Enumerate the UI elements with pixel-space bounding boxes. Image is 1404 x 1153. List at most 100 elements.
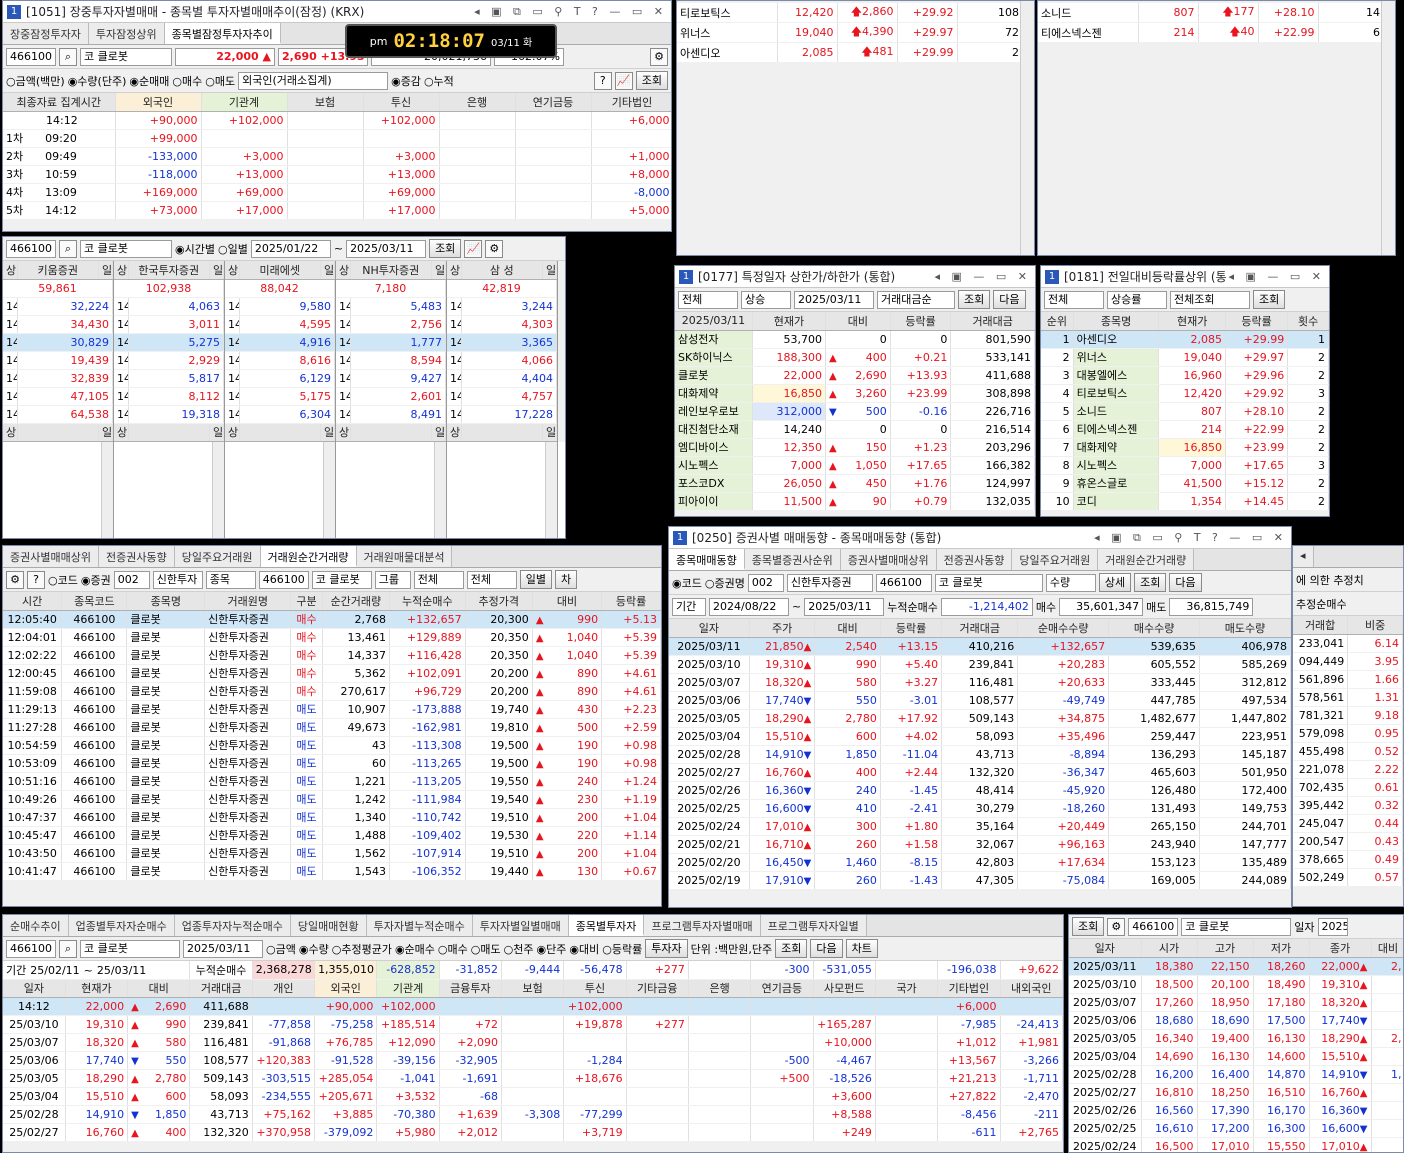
table-row[interactable]: 14:151,777: [336, 333, 446, 352]
table-row[interactable]: 2025/02/26 16,560 17,390 16,170 16,360: [1069, 1101, 1403, 1120]
table-row[interactable]: 094,449 3.95: [1293, 652, 1403, 671]
tab-0[interactable]: 장중잠정투자자: [3, 23, 89, 44]
tab-0[interactable]: 종목매매동향: [669, 549, 745, 570]
radio-net[interactable]: ◉순매수: [395, 941, 435, 957]
radio-time[interactable]: ◉시간별: [175, 241, 215, 257]
filter-select-2[interactable]: 전체: [466, 570, 517, 589]
table-row[interactable]: 2025/02/27 16,760 400+2.44132,320-36,34746…: [669, 763, 1291, 782]
scrollbar[interactable]: [545, 441, 557, 538]
tab-1[interactable]: 종목별증권사순위: [744, 549, 841, 570]
tab-5[interactable]: 거래원순간거래량: [1098, 549, 1195, 570]
stock-code-input[interactable]: 466100: [6, 47, 56, 66]
market-select[interactable]: 전체: [1044, 290, 1104, 309]
table-row[interactable]: SK하이닉스188,300 400+0.21533,141: [675, 348, 1035, 367]
table-row[interactable]: 2차 09:49 -133,000 +3,000 +3,000 +1,000: [3, 147, 671, 166]
table-row[interactable]: 포스코DX26,050 450+1.76124,997: [675, 474, 1035, 493]
table-row[interactable]: 2025/03/04 14,690 16,130 14,600 15,510: [1069, 1047, 1403, 1066]
table-row[interactable]: 클로봇22,000 2,690+13.93411,688: [675, 366, 1035, 385]
table-row[interactable]: 14:1222,0002,690411,688+90,000+102,000+1…: [3, 997, 1063, 1016]
table-row[interactable]: 3차 10:59 -118,000 +13,000 +13,000 +8,000: [3, 165, 671, 184]
investor-select[interactable]: 외국인(거래소집계): [238, 71, 389, 90]
table-row[interactable]: 시노펙스7,000 1,050+17.65166,382: [675, 456, 1035, 475]
table-row[interactable]: 25/02/2814,9101,85043,713+75,162+3,885-7…: [3, 1105, 1063, 1124]
settings-icon[interactable]: ⚙: [6, 570, 24, 589]
table-row[interactable]: 14:158,616: [225, 351, 335, 370]
tab-0[interactable]: 증권사별매매상위: [3, 546, 99, 567]
scrollbar[interactable]: [1381, 1, 1395, 255]
table-row[interactable]: 10:41:47 466100 클로봇 신한투자증권 매도 1,543 -106,352 19…: [3, 862, 661, 881]
table-row[interactable]: 14:155,275: [114, 333, 224, 352]
table-row[interactable]: 2025/02/25 16,610 17,200 16,300 16,600: [1069, 1119, 1403, 1138]
table-row[interactable]: 14:149,427: [336, 369, 446, 388]
sort-select[interactable]: 거래대금순: [877, 290, 955, 309]
radio-qty[interactable]: ◉수량(단주): [68, 73, 127, 89]
market-select[interactable]: 전체: [678, 290, 738, 309]
table-row[interactable]: 14:1530,829: [3, 333, 113, 352]
table-row[interactable]: 14:1519,439: [3, 351, 113, 370]
table-row[interactable]: 14:148,112: [114, 387, 224, 406]
table-row[interactable]: 대진첨단소재 14,240 0 0 216,514: [675, 420, 1035, 439]
table-row[interactable]: 14:152,929: [114, 351, 224, 370]
tab-4[interactable]: 당일주요거래원: [1012, 549, 1099, 570]
tab-8[interactable]: 프로그램투자자일별: [760, 915, 867, 936]
window-controls-icon[interactable]: ◂ ▣ ⧉ ▭ ⚲ T ? — ▭ ✕: [1094, 531, 1287, 545]
date-input[interactable]: 2025/03/11: [794, 290, 874, 309]
table-row[interactable]: 소니드807🡅177+28.1014,627: [1038, 3, 1395, 23]
table-row[interactable]: 14:1432,839: [3, 369, 113, 388]
chart-icon[interactable]: 📈: [464, 239, 483, 258]
stock-name-field[interactable]: 코 클로봇: [311, 570, 372, 589]
tab-scroll[interactable]: ◂: [1293, 546, 1314, 567]
table-row[interactable]: 2025/03/1118,38022,15018,260 22,000 2,: [1069, 957, 1403, 976]
tab-0[interactable]: 순매수추이: [3, 915, 69, 936]
sort-select[interactable]: 상승률: [1107, 290, 1167, 309]
table-row[interactable]: 2025/02/19 17,910 260-1.4347,305-75,084169…: [669, 871, 1291, 890]
table-row[interactable]: 14:173,011: [114, 315, 224, 334]
broker-name-field[interactable]: 신한투자: [152, 570, 203, 589]
tab-6[interactable]: 종목별투자자: [568, 915, 645, 936]
table-row[interactable]: 2025/03/0516,34019,40016,130 18,290 2,: [1069, 1029, 1403, 1048]
table-row[interactable]: 2025/03/07 18,320 580+3.27116,481+20,63333…: [669, 673, 1291, 692]
query-button[interactable]: 조회: [1253, 290, 1286, 309]
table-row[interactable]: 7 대화제약 16,850 +23.99 2: [1041, 438, 1329, 457]
table-row[interactable]: 2025/02/24 17,010 300+1.8035,164+20,449265…: [669, 817, 1291, 836]
radio-unit[interactable]: ◉단주: [537, 941, 567, 957]
date-input[interactable]: 2025: [1317, 917, 1348, 936]
table-row[interactable]: 14:144,404: [447, 369, 557, 388]
table-row[interactable]: 10 코디 1,354 +14.45 2: [1041, 492, 1329, 511]
window-controls-icon[interactable]: ◂ ▣ — ▭ ✕: [934, 270, 1031, 283]
radio-code[interactable]: ◉코드: [672, 575, 702, 591]
table-row[interactable]: 8 시노펙스 7,000 +17.65 3: [1041, 456, 1329, 475]
table-row[interactable]: 레인보우로보312,000 500-0.16226,716: [675, 402, 1035, 421]
table-row[interactable]: 781,321 9.18: [1293, 706, 1403, 725]
table-row[interactable]: 2025/03/11 21,850 2,540+13.15410,216+132,6…: [669, 637, 1291, 656]
table-row[interactable]: 14:142,601: [336, 387, 446, 406]
radio-daily[interactable]: ○일별: [218, 241, 248, 257]
detail-button[interactable]: 상세: [1098, 573, 1132, 592]
table-row[interactable]: 578,561 1.31: [1293, 688, 1403, 707]
stock-name-field[interactable]: 코 클로봇: [80, 939, 180, 958]
scrollbar[interactable]: [434, 441, 446, 538]
table-row[interactable]: 10:51:16 466100 클로봇 신한투자증권 매도 1,221 -113,205 19…: [3, 772, 661, 791]
table-row[interactable]: 25/03/0617,740550108,577+120,383-91,528-…: [3, 1051, 1063, 1070]
table-row[interactable]: 2 위너스 19,040 +29.97 2: [1041, 348, 1329, 367]
query-button[interactable]: 조회: [1134, 573, 1167, 592]
titlebar-0177[interactable]: 1 [0177] 특정일자 상한가/하한가 (통합) ◂ ▣ — ▭ ✕: [675, 266, 1035, 288]
table-row[interactable]: 11:29:13 466100 클로봇 신한투자증권 매도 10,907 -173,888 1…: [3, 700, 661, 719]
table-row[interactable]: 12:00:45 466100 클로봇 신한투자증권 매수 5,362 +102,091 20…: [3, 664, 661, 683]
scrollbar[interactable]: [1020, 1, 1034, 255]
radio-buy[interactable]: ○매수: [172, 73, 202, 89]
table-row[interactable]: 2025/03/05 18,290 2,780+17.92509,143+34,87…: [669, 709, 1291, 728]
stock-code-input[interactable]: 466100: [6, 939, 56, 958]
titlebar-0181[interactable]: 1 [0181] 전일대비등락률상위 (통 ◂ ▣ — ▭ ✕: [1041, 266, 1329, 288]
table-row[interactable]: 피아이이11,500 90+0.79132,035: [675, 492, 1035, 511]
table-row[interactable]: 2025/02/25 16,600 410-2.4130,279-18,260131…: [669, 799, 1291, 818]
help-icon[interactable]: ?: [27, 570, 45, 589]
date-input[interactable]: 2025/03/11: [183, 939, 263, 958]
table-row[interactable]: 2025/02/2816,20016,40014,870 14,910 1,: [1069, 1065, 1403, 1084]
table-row[interactable]: 14:126,304: [225, 405, 335, 424]
table-row[interactable]: 14:145,817: [114, 369, 224, 388]
group-select[interactable]: 그룹: [374, 570, 411, 589]
query-button[interactable]: 조회: [958, 290, 991, 309]
table-row[interactable]: 10:54:59 466100 클로봇 신한투자증권 매도 43 -113,308 19,50…: [3, 736, 661, 755]
table-row[interactable]: 200,547 0.43: [1293, 832, 1403, 851]
